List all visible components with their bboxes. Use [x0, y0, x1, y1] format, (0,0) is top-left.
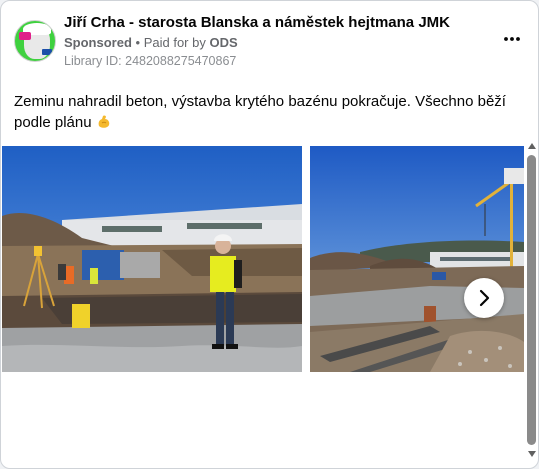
- flexed-biceps-icon: [96, 114, 112, 130]
- meta-separator: •: [135, 35, 144, 50]
- post-text: Zeminu nahradil beton, výstavba krytého …: [14, 91, 524, 133]
- image-carousel: [1, 146, 526, 372]
- carousel-image-2[interactable]: [310, 146, 524, 372]
- library-id: Library ID: 2482088275470867: [64, 54, 237, 68]
- paid-for-prefix: Paid for by: [143, 35, 206, 50]
- sponsored-label: Sponsored: [64, 35, 132, 50]
- more-dots-icon: [504, 37, 520, 41]
- ad-card: Jiří Crha - starosta Blanska a náměstek …: [0, 0, 539, 469]
- post-header: Jiří Crha - starosta Blanska a náměstek …: [13, 11, 526, 71]
- carousel-next-button[interactable]: [464, 278, 504, 318]
- chevron-right-icon: [479, 289, 490, 307]
- page-name-link[interactable]: Jiří Crha - starosta Blanska a náměstek …: [64, 14, 450, 31]
- scroll-down-arrow-icon[interactable]: [527, 449, 537, 459]
- vertical-scrollbar[interactable]: [526, 141, 538, 459]
- avatar-logo: [42, 49, 52, 55]
- carousel-image-1[interactable]: [2, 146, 302, 372]
- page-avatar[interactable]: [14, 20, 56, 62]
- sponsor-line: Sponsored • Paid for by ODS: [64, 35, 238, 50]
- scroll-up-arrow-icon[interactable]: [527, 141, 537, 151]
- more-options-button[interactable]: [498, 29, 526, 53]
- avatar-badge: [19, 32, 31, 40]
- scrollbar-thumb[interactable]: [527, 155, 536, 445]
- post-message: Zeminu nahradil beton, výstavba krytého …: [14, 93, 506, 131]
- paid-for-by: ODS: [209, 35, 238, 50]
